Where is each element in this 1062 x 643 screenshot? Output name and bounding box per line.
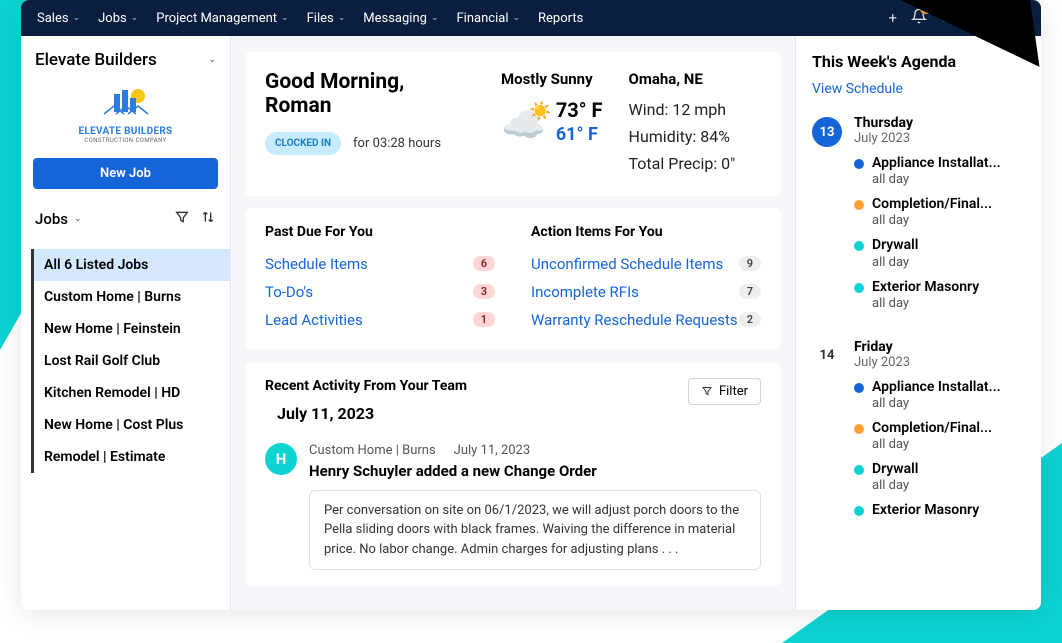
weather-icon: ☀️☁️: [501, 107, 546, 143]
main-content: Good Morning, Roman CLOCKED IN for 03:28…: [231, 36, 795, 610]
activity-avatar: H: [265, 443, 297, 475]
filter-icon[interactable]: [174, 209, 190, 229]
past-due-title: Past Due For You: [265, 224, 495, 240]
count-badge: 9: [739, 256, 761, 271]
job-item-active[interactable]: All 6 Listed Jobs: [34, 249, 230, 281]
chevron-down-icon: ⌄: [73, 13, 81, 23]
event-dot-icon: [854, 159, 864, 169]
job-item[interactable]: Kitchen Remodel | HD: [34, 377, 230, 409]
past-due-link[interactable]: Schedule Items: [265, 255, 368, 273]
weather-humidity: Humidity: 84%: [629, 123, 736, 150]
event-dot-icon: [854, 506, 864, 516]
new-job-button[interactable]: New Job: [33, 158, 218, 189]
agenda-event[interactable]: Drywallall day: [854, 236, 1025, 269]
org-logo: ELEVATE BUILDERS CONSTRUCTION COMPANY: [21, 80, 230, 154]
job-item[interactable]: New Home | Feinstein: [34, 313, 230, 345]
day-month: July 2023: [854, 131, 1025, 146]
weather-condition: Mostly Sunny: [501, 70, 603, 88]
agenda-event[interactable]: Exterior Masonry: [854, 501, 1025, 519]
nav-project-management[interactable]: Project Management⌄: [156, 11, 288, 26]
action-item-link[interactable]: Unconfirmed Schedule Items: [531, 255, 723, 273]
greeting: Good Morning, Roman: [265, 70, 475, 118]
weather-wind: Wind: 12 mph: [629, 96, 736, 123]
action-item-link[interactable]: Warranty Reschedule Requests: [531, 311, 738, 329]
chevron-down-icon: ⌄: [431, 13, 439, 23]
count-badge: 3: [473, 284, 495, 299]
activity-note: Per conversation on site on 06/1/2023, w…: [309, 490, 761, 571]
clocked-duration: for 03:28 hours: [353, 136, 441, 151]
activity-job: Custom Home | Burns: [309, 443, 436, 458]
nav-jobs[interactable]: Jobs⌄: [98, 11, 138, 26]
event-dot-icon: [854, 283, 864, 293]
activity-title: Recent Activity From Your Team: [265, 378, 467, 394]
nav-reports[interactable]: Reports: [538, 11, 583, 26]
day-number: 14: [812, 341, 842, 371]
action-items-title: Action Items For You: [531, 224, 761, 240]
chevron-down-icon: ⌄: [338, 13, 346, 23]
event-dot-icon: [854, 424, 864, 434]
count-badge: 6: [473, 256, 495, 271]
nav-messaging[interactable]: Messaging⌄: [363, 11, 438, 26]
summary-card: Past Due For You Schedule Items 6 To-Do's 3…: [245, 208, 781, 350]
filter-button[interactable]: Filter: [688, 378, 761, 405]
org-name: Elevate Builders: [35, 50, 157, 70]
nav-sales[interactable]: Sales⌄: [37, 11, 80, 26]
job-item[interactable]: Custom Home | Burns: [34, 281, 230, 313]
event-dot-icon: [854, 383, 864, 393]
past-due-link[interactable]: Lead Activities: [265, 311, 363, 329]
nav-financial[interactable]: Financial⌄: [457, 11, 521, 26]
activity-when: July 11, 2023: [454, 443, 531, 458]
clocked-in-badge[interactable]: CLOCKED IN: [265, 132, 341, 155]
agenda-day: 14 FridayJuly 2023 Appliance Installat...a…: [812, 339, 1025, 528]
chevron-down-icon: ⌄: [74, 214, 82, 224]
location-name: Omaha, NE: [629, 70, 736, 88]
jobs-selector[interactable]: Jobs ⌄: [35, 210, 82, 228]
temp-low: 61° F: [556, 124, 603, 145]
nav-files[interactable]: Files⌄: [307, 11, 346, 26]
chevron-down-icon: ⌄: [512, 13, 520, 23]
agenda-day: 13 ThursdayJuly 2023 Appliance Installat..…: [812, 115, 1025, 319]
chevron-down-icon: ⌄: [131, 13, 139, 23]
event-dot-icon: [854, 465, 864, 475]
day-number: 13: [812, 117, 842, 147]
activity-date: July 11, 2023: [277, 404, 467, 423]
agenda-event[interactable]: Completion/Final...all day: [854, 419, 1025, 452]
job-item[interactable]: Remodel | Estimate: [34, 441, 230, 473]
day-name: Thursday: [854, 115, 1025, 131]
weather-precip: Total Precip: 0": [629, 150, 736, 177]
past-due-link[interactable]: To-Do's: [265, 283, 313, 301]
activity-item: H Custom Home | Burns July 11, 2023 Henr…: [265, 443, 761, 571]
agenda-event[interactable]: Completion/Final...all day: [854, 195, 1025, 228]
action-item-link[interactable]: Incomplete RFIs: [531, 283, 639, 301]
agenda-event[interactable]: Drywallall day: [854, 460, 1025, 493]
activity-card: Recent Activity From Your Team July 11, …: [245, 362, 781, 587]
sidebar: Elevate Builders ⌄ ELEVATE BUILDERS CONS…: [21, 36, 231, 610]
hero-card: Good Morning, Roman CLOCKED IN for 03:28…: [245, 52, 781, 196]
agenda-panel: This Week's Agenda View Schedule 13Thurs…: [795, 36, 1041, 610]
count-badge: 2: [739, 312, 761, 327]
count-badge: 1: [473, 312, 495, 327]
count-badge: 7: [739, 284, 761, 299]
temp-high: 73° F: [556, 98, 603, 122]
chevron-down-icon: ⌄: [208, 55, 216, 65]
job-item[interactable]: Lost Rail Golf Club: [34, 345, 230, 377]
sort-icon[interactable]: [200, 209, 216, 229]
event-dot-icon: [854, 200, 864, 210]
day-name: Friday: [854, 339, 1025, 355]
agenda-event[interactable]: Appliance Installat...all day: [854, 378, 1025, 411]
event-dot-icon: [854, 241, 864, 251]
agenda-event[interactable]: Appliance Installat...all day: [854, 154, 1025, 187]
chevron-down-icon: ⌄: [281, 13, 289, 23]
job-item[interactable]: New Home | Cost Plus: [34, 409, 230, 441]
agenda-event[interactable]: Exterior Masonryall day: [854, 278, 1025, 311]
org-selector[interactable]: Elevate Builders ⌄: [21, 50, 230, 80]
day-month: July 2023: [854, 355, 1025, 370]
activity-headline: Henry Schuyler added a new Change Order: [309, 462, 761, 480]
